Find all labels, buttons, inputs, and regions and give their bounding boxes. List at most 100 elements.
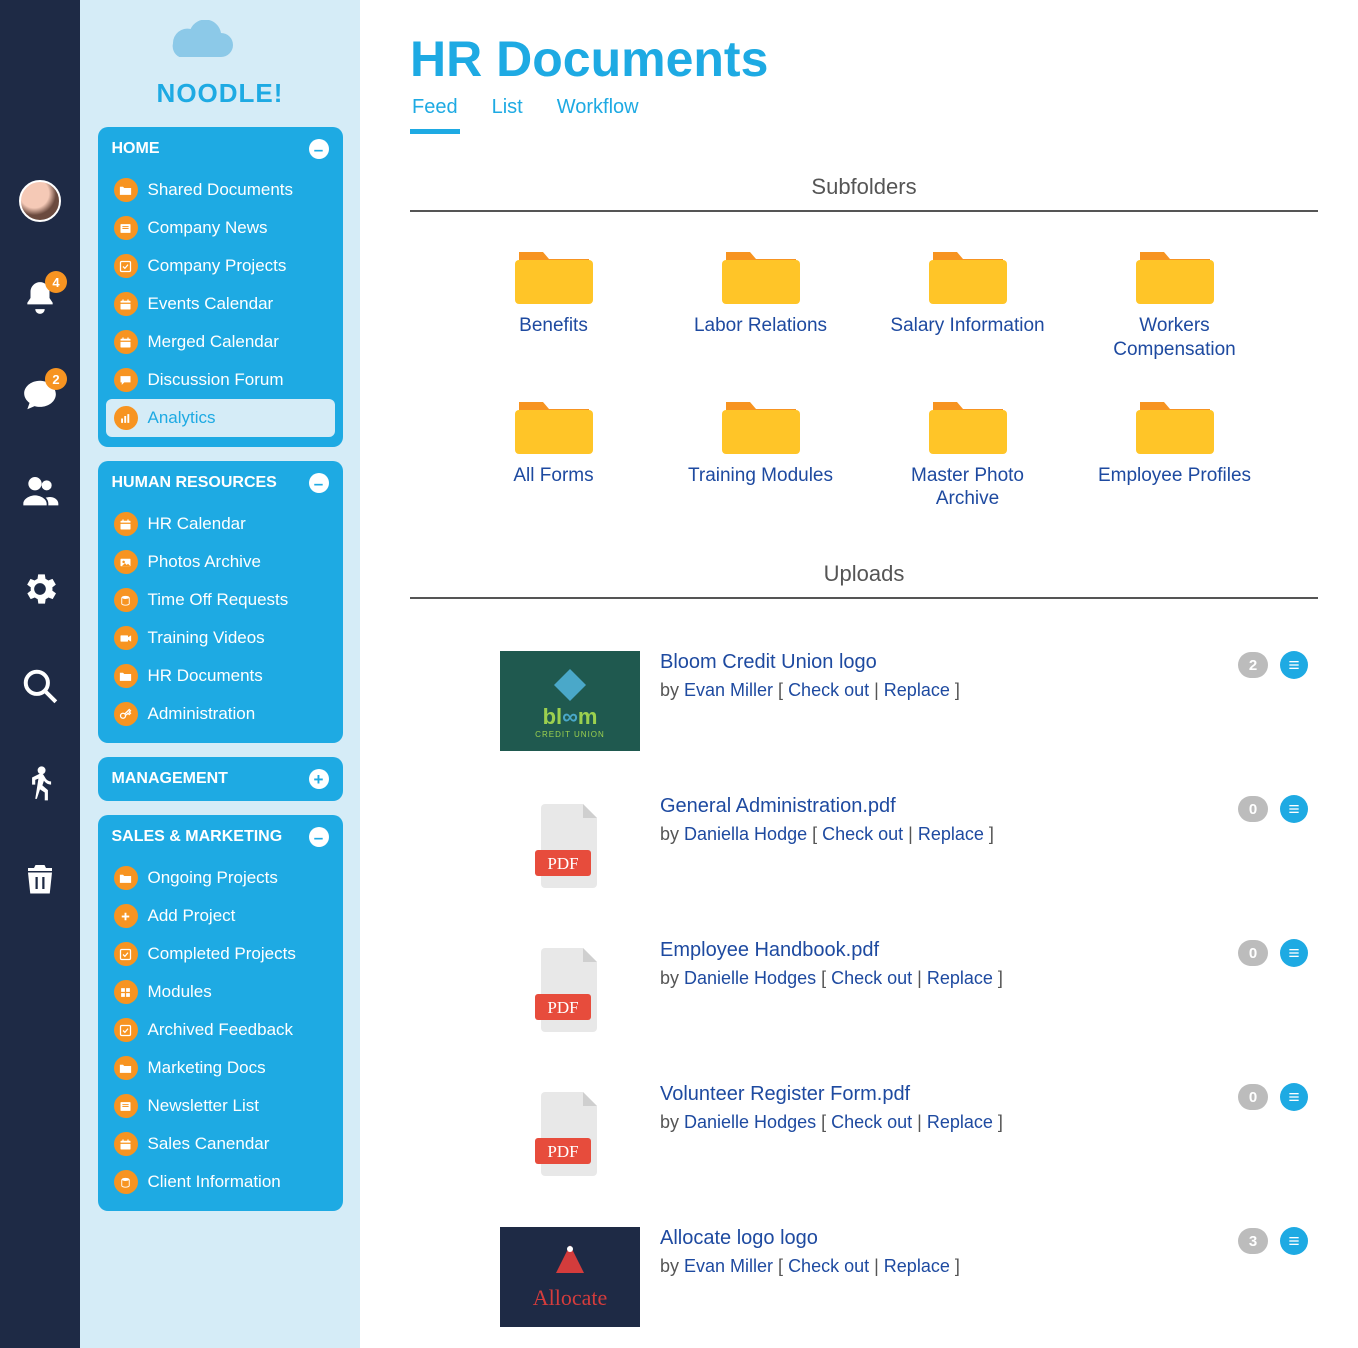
tab-workflow[interactable]: Workflow	[555, 90, 641, 134]
nav-item-label: Shared Documents	[148, 180, 294, 200]
video-icon	[114, 626, 138, 650]
nav-item[interactable]: Ongoing Projects	[106, 859, 335, 897]
upload-title[interactable]: Bloom Credit Union logo	[660, 651, 1218, 674]
checkout-link[interactable]: Check out	[788, 680, 869, 700]
upload-user-link[interactable]: Evan Miller	[684, 1256, 773, 1276]
upload-user-link[interactable]: Danielle Hodges	[684, 968, 816, 988]
upload-title[interactable]: General Administration.pdf	[660, 795, 1218, 818]
nav-item-label: Events Calendar	[148, 294, 274, 314]
avatar[interactable]	[19, 180, 61, 222]
upload-thumbnail[interactable]: bl∞mCREDIT UNION	[500, 651, 640, 751]
upload-thumbnail[interactable]: Allocate	[500, 1227, 640, 1327]
nav-item[interactable]: Newsletter List	[106, 1087, 335, 1125]
subfolder[interactable]: Salary Information	[874, 242, 1061, 362]
folder-label: Employee Profiles	[1098, 464, 1251, 488]
checkout-link[interactable]: Check out	[831, 968, 912, 988]
nav-item[interactable]: Photos Archive	[106, 543, 335, 581]
pdf-icon[interactable]: PDF	[500, 1083, 640, 1183]
replace-link[interactable]: Replace	[918, 824, 984, 844]
nav-item[interactable]: Modules	[106, 973, 335, 1011]
nav-item[interactable]: Marketing Docs	[106, 1049, 335, 1087]
upload-menu-button[interactable]	[1280, 651, 1308, 679]
nav-item[interactable]: Merged Calendar	[106, 323, 335, 361]
nav-item[interactable]: Client Information	[106, 1163, 335, 1201]
nav-item[interactable]: HR Calendar	[106, 505, 335, 543]
nav-item[interactable]: Time Off Requests	[106, 581, 335, 619]
comment-count-badge[interactable]: 2	[1238, 652, 1268, 678]
upload-byline: by Evan Miller [ Check out | Replace ]	[660, 1256, 1218, 1277]
upload-meta: Employee Handbook.pdfby Danielle Hodges …	[660, 939, 1218, 989]
subfolder[interactable]: Employee Profiles	[1081, 392, 1268, 512]
upload-user-link[interactable]: Danielle Hodges	[684, 1112, 816, 1132]
settings-button[interactable]	[19, 568, 61, 610]
upload-actions: 0	[1238, 939, 1308, 967]
subfolder[interactable]: All Forms	[460, 392, 647, 512]
nav-section-header[interactable]: MANAGEMENT+	[98, 757, 343, 801]
nav-item[interactable]: Shared Documents	[106, 171, 335, 209]
nav-item[interactable]: Sales Canendar	[106, 1125, 335, 1163]
trash-button[interactable]	[19, 859, 61, 901]
nav-item[interactable]: Analytics	[106, 399, 335, 437]
upload-byline: by Evan Miller [ Check out | Replace ]	[660, 680, 1218, 701]
upload-menu-button[interactable]	[1280, 795, 1308, 823]
tab-feed[interactable]: Feed	[410, 90, 460, 134]
upload-title[interactable]: Allocate logo logo	[660, 1227, 1218, 1250]
nav-item-label: Add Project	[148, 906, 236, 926]
check-icon	[114, 254, 138, 278]
people-button[interactable]	[19, 471, 61, 513]
search-button[interactable]	[19, 665, 61, 707]
uploads-list: bl∞mCREDIT UNION Bloom Credit Union logo b…	[410, 629, 1318, 1348]
comment-count-badge[interactable]: 0	[1238, 796, 1268, 822]
nav-item[interactable]: Company Projects	[106, 247, 335, 285]
nav-item[interactable]: Events Calendar	[106, 285, 335, 323]
nav-item[interactable]: Company News	[106, 209, 335, 247]
nav-item[interactable]: Archived Feedback	[106, 1011, 335, 1049]
replace-link[interactable]: Replace	[884, 1256, 950, 1276]
replace-link[interactable]: Replace	[927, 1112, 993, 1132]
upload-meta: General Administration.pdfby Daniella Ho…	[660, 795, 1218, 845]
nav-item[interactable]: HR Documents	[106, 657, 335, 695]
nav-item[interactable]: Completed Projects	[106, 935, 335, 973]
checkout-link[interactable]: Check out	[831, 1112, 912, 1132]
nav-section-header[interactable]: SALES & MARKETING–	[98, 815, 343, 859]
tab-list[interactable]: List	[490, 90, 525, 134]
replace-link[interactable]: Replace	[927, 968, 993, 988]
comment-count-badge[interactable]: 0	[1238, 1084, 1268, 1110]
upload-menu-button[interactable]	[1280, 1227, 1308, 1255]
messages-button[interactable]: 2	[19, 374, 61, 416]
nav-item[interactable]: Administration	[106, 695, 335, 733]
upload-user-link[interactable]: Daniella Hodge	[684, 824, 807, 844]
activity-button[interactable]	[19, 762, 61, 804]
nav-item-label: Time Off Requests	[148, 590, 289, 610]
replace-link[interactable]: Replace	[884, 680, 950, 700]
pdf-icon[interactable]: PDF	[500, 795, 640, 895]
message-count-badge: 2	[45, 368, 67, 390]
upload-user-link[interactable]: Evan Miller	[684, 680, 773, 700]
subfolder[interactable]: Benefits	[460, 242, 647, 362]
upload-title[interactable]: Employee Handbook.pdf	[660, 939, 1218, 962]
checkout-link[interactable]: Check out	[822, 824, 903, 844]
upload-menu-button[interactable]	[1280, 1083, 1308, 1111]
pdf-icon[interactable]: PDF	[500, 939, 640, 1039]
nav-item[interactable]: Add Project	[106, 897, 335, 935]
nav-section-header[interactable]: HOME–	[98, 127, 343, 171]
upload-menu-button[interactable]	[1280, 939, 1308, 967]
subfolder[interactable]: Workers Compensation	[1081, 242, 1268, 362]
subfolder[interactable]: Training Modules	[667, 392, 854, 512]
check-icon	[114, 942, 138, 966]
subfolder[interactable]: Labor Relations	[667, 242, 854, 362]
comment-count-badge[interactable]: 0	[1238, 940, 1268, 966]
checkout-link[interactable]: Check out	[788, 1256, 869, 1276]
notifications-button[interactable]: 4	[19, 277, 61, 319]
subfolder[interactable]: Master Photo Archive	[874, 392, 1061, 512]
nav-section-header[interactable]: HUMAN RESOURCES–	[98, 461, 343, 505]
nav-item[interactable]: Discussion Forum	[106, 361, 335, 399]
upload-title[interactable]: Volunteer Register Form.pdf	[660, 1083, 1218, 1106]
nav-item-label: HR Calendar	[148, 514, 246, 534]
nav-item[interactable]: Training Videos	[106, 619, 335, 657]
expand-icon: +	[309, 769, 329, 789]
db-icon	[114, 588, 138, 612]
uploads-heading: Uploads	[410, 561, 1318, 587]
folder-icon	[114, 866, 138, 890]
comment-count-badge[interactable]: 3	[1238, 1228, 1268, 1254]
